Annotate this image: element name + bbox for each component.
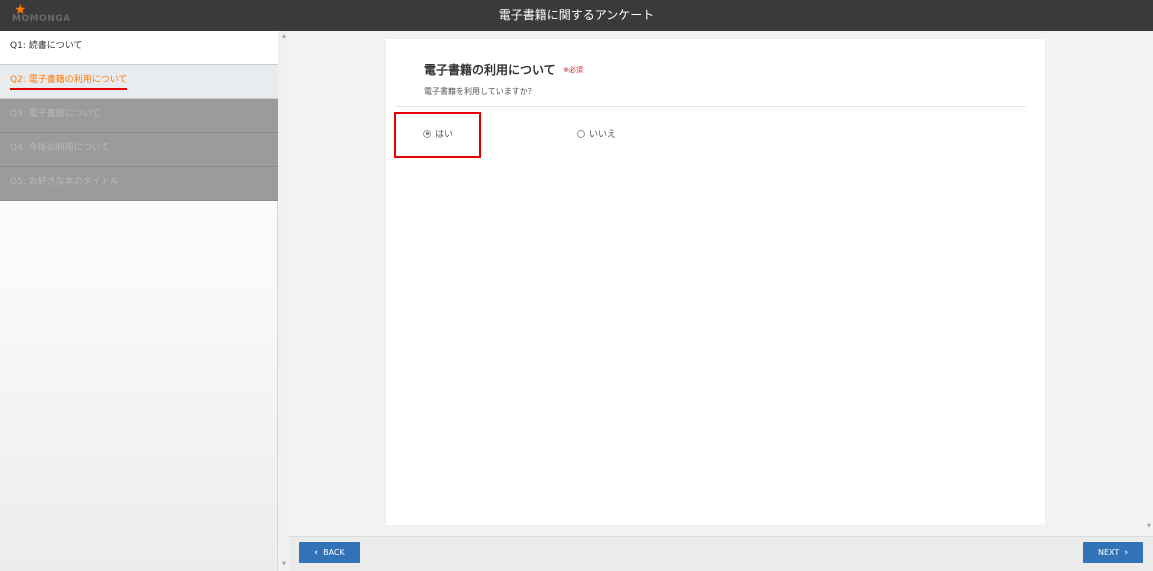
- sidebar-item-label: Q5: お好きな本のタイトル: [10, 177, 119, 187]
- divider: [396, 106, 1026, 107]
- question-card: 電子書籍の利用について ※必須 電子書籍を利用していますか？ はい いいえ: [386, 39, 1045, 525]
- scroll-down-icon[interactable]: ▼: [279, 561, 289, 567]
- chevron-left-icon: ‹: [314, 548, 318, 558]
- radio-option-no[interactable]: いいえ: [577, 127, 616, 140]
- sidebar-item-label: Q3: 電子書籍について: [10, 109, 101, 119]
- question-text: 電子書籍を利用していますか？: [424, 87, 536, 96]
- sidebar-item-q5: Q5: お好きな本のタイトル: [0, 167, 278, 201]
- sidebar-item-q4: Q4: 今後の利用について: [0, 133, 278, 167]
- back-label: BACK: [323, 548, 345, 557]
- radio-button[interactable]: [577, 129, 585, 138]
- bottom-nav-bar: [289, 536, 1153, 571]
- sidebar-item-q2[interactable]: Q2: 電子書籍の利用について: [0, 65, 278, 99]
- back-button[interactable]: ‹ BACK: [299, 542, 360, 563]
- chevron-right-icon: ›: [1124, 548, 1129, 558]
- sidebar-item-label: Q2: 電子書籍の利用について: [10, 75, 128, 90]
- page-title: 電子書籍に関するアンケート: [498, 8, 655, 22]
- scroll-up-icon[interactable]: ▲: [279, 33, 289, 39]
- sidebar-scrollbar[interactable]: ▲ ▼: [279, 31, 289, 571]
- next-button[interactable]: NEXT ›: [1083, 542, 1143, 563]
- top-bar: ★ MOMONGA 電子書籍に関するアンケート: [0, 0, 1153, 31]
- required-badge: ※必須: [563, 66, 583, 74]
- question-title: 電子書籍の利用について: [424, 63, 556, 77]
- sidebar-item-label: Q4: 今後の利用について: [10, 143, 110, 153]
- scroll-down-icon[interactable]: ▼: [1145, 523, 1153, 529]
- radio-label: いいえ: [589, 130, 617, 140]
- sidebar-item-q1[interactable]: Q1: 読書について: [0, 31, 278, 65]
- sidebar-item-q3: Q3: 電子書籍について: [0, 99, 278, 133]
- next-label: NEXT: [1097, 548, 1120, 557]
- question-sidebar: Q1: 読書について Q2: 電子書籍の利用について Q3: 電子書籍について …: [0, 31, 278, 571]
- selection-highlight-box: [394, 112, 481, 158]
- sidebar-item-label: Q1: 読書について: [10, 41, 83, 51]
- content-scrollbar[interactable]: ▼: [1145, 31, 1153, 536]
